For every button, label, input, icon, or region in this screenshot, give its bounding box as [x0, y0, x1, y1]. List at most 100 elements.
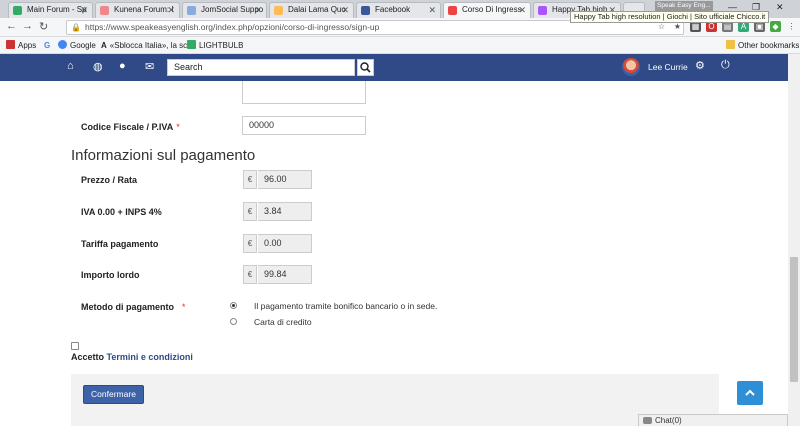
mail-icon[interactable]: ✉	[145, 60, 154, 73]
other-bookmarks[interactable]: Other bookmarks	[726, 40, 799, 51]
back-icon[interactable]: ←	[6, 20, 17, 32]
bookmark-label: Apps	[18, 41, 37, 50]
euro-addon: €	[243, 234, 257, 253]
site-navbar: ⌂ ◍ ● ✉ Search Lee Currie ⚙ ⏻	[0, 54, 788, 81]
bookmark-label: Other bookmarks	[738, 41, 800, 50]
bookmark-apps[interactable]: Apps	[6, 40, 36, 51]
bookmark-sblocca-italia[interactable]: A «Sblocca Italia», la sch	[101, 40, 192, 51]
chat-label: Chat(0)	[655, 416, 682, 425]
reload-icon[interactable]: ↻	[39, 20, 48, 33]
required-mark: *	[182, 302, 186, 312]
forward-icon[interactable]: →	[22, 20, 33, 32]
close-icon[interactable]: ✕	[518, 3, 526, 17]
search-button[interactable]	[357, 59, 374, 76]
codice-fiscale-input[interactable]: 00000	[242, 116, 366, 135]
prezzo-value: 96.00	[258, 170, 312, 189]
close-icon[interactable]: ✕	[80, 3, 88, 17]
payment-method-label: Metodo di pagamento *	[81, 302, 186, 312]
chat-widget[interactable]: Chat(0)	[638, 414, 788, 426]
tariffa-label: Tariffa pagamento	[81, 239, 159, 249]
user-name[interactable]: Lee Currie	[648, 62, 688, 72]
accept-terms-checkbox[interactable]	[71, 342, 79, 350]
close-icon[interactable]: ✕	[254, 3, 262, 17]
close-icon[interactable]: ✕	[167, 3, 175, 17]
favicon-icon	[361, 6, 370, 15]
search-input[interactable]: Search	[167, 59, 355, 76]
tab-title: Kunena Forum: I	[114, 5, 174, 14]
url-text: https://www.speakeasyenglish.org/index.p…	[85, 22, 380, 32]
prezzo-label: Prezzo / Rata	[81, 175, 138, 185]
tab-tooltip: Happy Tab high resolution | Giochi | Sit…	[570, 11, 770, 23]
close-icon[interactable]: ✕	[341, 3, 349, 17]
browser-tab[interactable]: Dalai Lama Quo ✕	[269, 2, 354, 18]
favicon-icon	[100, 6, 109, 15]
browser-tab[interactable]: Kunena Forum: I ✕	[95, 2, 180, 18]
power-icon[interactable]: ⏻	[721, 59, 730, 72]
page-content: Codice Fiscale / P.IVA * 00000 Informazio…	[0, 81, 788, 426]
terms-link[interactable]: Termini e condizioni	[107, 352, 193, 362]
folder-icon	[726, 40, 735, 49]
section-title: Informazioni sul pagamento	[71, 147, 256, 164]
textarea-field[interactable]	[242, 81, 366, 104]
accept-text: Accetto	[71, 352, 105, 362]
iva-value: 3.84	[258, 202, 312, 221]
browser-tab[interactable]: Facebook ✕	[356, 2, 441, 18]
tab-title: Dalai Lama Quo	[288, 5, 346, 14]
euro-addon: €	[243, 170, 257, 189]
page-scrollbar[interactable]	[788, 54, 800, 426]
profile-badge[interactable]: Speak Easy Eng...	[655, 1, 713, 11]
lightbulb-icon	[187, 40, 196, 49]
euro-addon: €	[243, 202, 257, 221]
globe-icon[interactable]: ◍	[93, 60, 103, 73]
radio-carta[interactable]	[230, 318, 237, 325]
favicon-icon	[13, 6, 22, 15]
confirm-button[interactable]: Confermare	[83, 385, 144, 404]
tariffa-value: 0.00	[258, 234, 312, 253]
tab-title: Corso Di Ingress	[462, 5, 522, 14]
close-window-icon[interactable]: ✕	[776, 2, 784, 13]
avatar[interactable]	[622, 58, 640, 76]
form-actions-bar	[71, 374, 719, 426]
close-icon[interactable]: ✕	[428, 3, 436, 17]
user-icon[interactable]: ●	[119, 60, 126, 72]
bookmark-g[interactable]: G	[44, 40, 50, 51]
extension-icon[interactable]: ◆	[770, 21, 781, 32]
radio-bonifico[interactable]	[230, 302, 237, 309]
bookmark-google[interactable]: Google	[58, 40, 96, 51]
bookmark-lightbulb[interactable]: LIGHTBULB	[187, 40, 243, 51]
browser-tab-active[interactable]: Corso Di Ingress ✕	[443, 2, 531, 18]
euro-addon: €	[243, 265, 257, 284]
required-mark: *	[176, 122, 180, 132]
importo-value: 99.84	[258, 265, 312, 284]
google-icon	[58, 40, 67, 49]
browser-tab[interactable]: JomSocial Suppo ✕	[182, 2, 267, 18]
bookmark-label: LIGHTBULB	[199, 41, 244, 50]
scrollbar-thumb[interactable]	[790, 257, 798, 382]
favicon-icon	[448, 6, 457, 15]
home-icon[interactable]: ⌂	[67, 60, 74, 72]
favicon-icon	[538, 6, 547, 15]
a-icon: A	[101, 41, 107, 50]
radio-carta-label[interactable]: Carta di credito	[254, 317, 312, 327]
search-icon	[360, 62, 371, 73]
tab-title: Facebook	[375, 5, 411, 14]
bookmarks-bar: Apps G Google A «Sblocca Italia», la sch …	[0, 37, 800, 54]
favicon-icon	[187, 6, 196, 15]
radio-bonifico-label[interactable]: Il pagamento tramite bonifico bancario o…	[254, 301, 437, 311]
browser-tab[interactable]: Main Forum - Sp ✕	[8, 2, 93, 18]
label-text: Codice Fiscale / P.IVA	[81, 122, 174, 132]
chat-icon	[643, 417, 652, 424]
bookmark-label: «Sblocca Italia», la sch	[109, 41, 192, 50]
bookmark-label: Google	[70, 41, 96, 50]
favicon-icon	[274, 6, 283, 15]
accept-terms: Accetto Termini e condizioni	[71, 352, 193, 362]
menu-icon[interactable]: ⋮	[786, 21, 797, 32]
label-text: Metodo di pagamento	[81, 302, 174, 312]
codice-fiscale-label: Codice Fiscale / P.IVA *	[81, 122, 180, 132]
lock-icon: 🔒	[71, 23, 81, 32]
back-to-top-button[interactable]	[737, 381, 763, 405]
gear-icon[interactable]: ⚙	[695, 59, 705, 72]
tab-title: Main Forum - Sp	[27, 5, 87, 14]
importo-label: Importo lordo	[81, 270, 140, 280]
apps-icon	[6, 40, 15, 49]
